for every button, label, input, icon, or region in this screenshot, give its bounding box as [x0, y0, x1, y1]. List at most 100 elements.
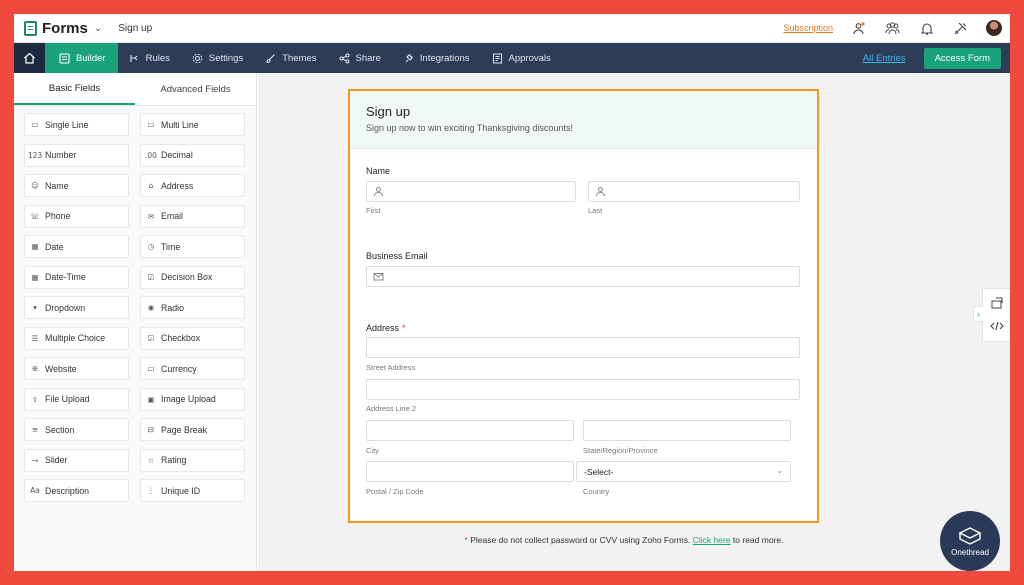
field-item-image-upload[interactable]: ▣ Image Upload [140, 387, 245, 411]
multi-line-icon: ▭ [147, 120, 155, 129]
nav-settings[interactable]: Settings [181, 43, 254, 73]
form-canvas: Sign up Sign up now to win exciting Than… [258, 73, 1010, 571]
click-here-link[interactable]: Click here [693, 535, 731, 545]
field-item-email[interactable]: ✉ Email [140, 204, 245, 228]
field-item-number[interactable]: 123 Number [24, 143, 129, 167]
forms-logo-icon [24, 20, 37, 36]
email-icon: ✉ [147, 211, 155, 221]
app-window: Forms ⌄ Sign up Subscription Builder Rul… [14, 14, 1010, 571]
name-icon: ☺ [31, 181, 39, 190]
share-icon [339, 53, 350, 63]
note-tail: to read more. [732, 535, 784, 545]
gear-icon [192, 53, 203, 63]
field-item-section[interactable]: ≡ Section [24, 418, 129, 441]
nav-share-label: Share [355, 52, 381, 64]
nav-integrations[interactable]: Integrations [392, 43, 481, 73]
website-icon: ⊕ [31, 364, 39, 373]
business-email-input[interactable] [366, 266, 800, 287]
person-icon [374, 187, 383, 197]
team-icon[interactable] [884, 20, 901, 37]
form-description: Sign up now to win exciting Thanksgiving… [366, 123, 573, 133]
nav-themes-label: Themes [282, 52, 317, 64]
preview-icon[interactable] [991, 297, 1003, 309]
brush-icon [266, 53, 276, 63]
nav-approvals[interactable]: Approvals [481, 43, 562, 73]
tab-advanced-fields[interactable]: Advanced Fields [135, 73, 256, 105]
field-item-date[interactable]: ▦ Date [24, 235, 129, 258]
address-label-text: Address [366, 323, 400, 333]
field-item-checkbox[interactable]: ☑ Checkbox [140, 326, 245, 350]
field-item-decision-box[interactable]: ☑ Decision Box [140, 265, 245, 289]
field-item-website[interactable]: ⊕ Website [24, 357, 129, 380]
all-entries-link[interactable]: All Entries [863, 53, 906, 64]
users-sync-icon[interactable] [850, 20, 867, 37]
zip-sublabel: Postal / Zip Code [366, 487, 424, 496]
city-input[interactable] [366, 420, 574, 441]
country-select-value: -Select- [584, 467, 614, 477]
home-icon[interactable] [14, 43, 45, 73]
field-item-label: Image Upload [161, 394, 216, 404]
field-item-label: Date [45, 241, 64, 252]
form-card[interactable]: Sign up Sign up now to win exciting Than… [348, 89, 819, 523]
tools-icon[interactable] [952, 20, 969, 37]
field-item-label: Slider [45, 455, 68, 465]
field-item-slider[interactable]: ⊸ Slider [24, 448, 129, 472]
nav-rules[interactable]: Rules [118, 43, 181, 73]
field-item-rating[interactable]: ☆ Rating [140, 448, 245, 472]
builder-icon [59, 52, 70, 64]
nav-builder[interactable]: Builder [45, 43, 118, 73]
nav-share[interactable]: Share [328, 43, 392, 73]
address-line2-input[interactable] [366, 379, 800, 400]
state-input[interactable] [583, 420, 791, 441]
state-sublabel: State/Region/Province [583, 446, 658, 455]
field-item-decimal[interactable]: .00 Decimal [140, 143, 245, 167]
field-item-description[interactable]: Aa Description [24, 479, 129, 502]
field-item-label: Multiple Choice [45, 333, 106, 343]
access-form-button[interactable]: Access Form [923, 47, 1001, 69]
field-item-file-upload[interactable]: ⇧ File Upload [24, 387, 129, 411]
chevron-down-icon[interactable]: ⌄ [94, 23, 102, 34]
form-header[interactable]: Sign up Sign up now to win exciting Than… [350, 91, 817, 149]
app-name: Forms [42, 19, 88, 37]
onethread-badge: Onethread [940, 511, 1000, 571]
field-item-currency[interactable]: ▭ Currency [140, 357, 245, 380]
address-label: Address * [366, 323, 406, 333]
field-item-radio[interactable]: ◉ Radio [140, 296, 245, 319]
field-item-page-break[interactable]: ⊟ Page Break [140, 418, 245, 441]
dropdown-icon: ▾ [33, 303, 37, 312]
field-item-phone[interactable]: ☏ Phone [24, 204, 129, 228]
field-item-label: Email [161, 211, 183, 221]
avatar[interactable] [986, 20, 1002, 36]
business-email-label: Business Email [366, 251, 428, 261]
field-item-dropdown[interactable]: ▾ Dropdown [24, 296, 129, 319]
bell-icon[interactable] [918, 20, 935, 37]
country-select[interactable]: -Select- ⌄ [576, 461, 791, 482]
app-logo[interactable]: Forms [24, 20, 88, 37]
street-address-sublabel: Street Address [366, 363, 416, 372]
last-sublabel: Last [588, 206, 603, 215]
field-item-label: Time [161, 241, 181, 252]
field-item-time[interactable]: ◷ Time [140, 235, 245, 258]
image-upload-icon: ▣ [147, 394, 155, 404]
chevron-right-icon[interactable]: › [973, 306, 983, 322]
form-name: Sign up [118, 22, 153, 34]
field-item-unique-id[interactable]: ⋮ Unique ID [140, 479, 245, 502]
tab-basic-fields[interactable]: Basic Fields [14, 73, 135, 105]
field-item-address[interactable]: ⌂ Address [140, 174, 245, 197]
street-address-input[interactable] [366, 337, 800, 358]
required-asterisk: * [402, 323, 406, 333]
field-item-date-time[interactable]: ▦ Date-Time [24, 265, 129, 289]
person-icon [596, 187, 605, 197]
field-item-name[interactable]: ☺ Name [24, 174, 129, 197]
field-item-multiple-choice[interactable]: ☰ Multiple Choice [24, 326, 129, 350]
field-item-label: Rating [161, 455, 187, 465]
last-name-input[interactable] [588, 181, 800, 202]
first-name-input[interactable] [366, 181, 576, 202]
zip-input[interactable] [366, 461, 574, 482]
subscription-link[interactable]: Subscription [783, 23, 833, 33]
code-icon[interactable] [990, 320, 1004, 332]
field-item-single-line[interactable]: ▭ Single Line [24, 113, 129, 136]
field-item-multi-line[interactable]: ▭ Multi Line [140, 113, 245, 136]
nav-themes[interactable]: Themes [254, 43, 327, 73]
slider-icon: ⊸ [31, 455, 39, 465]
